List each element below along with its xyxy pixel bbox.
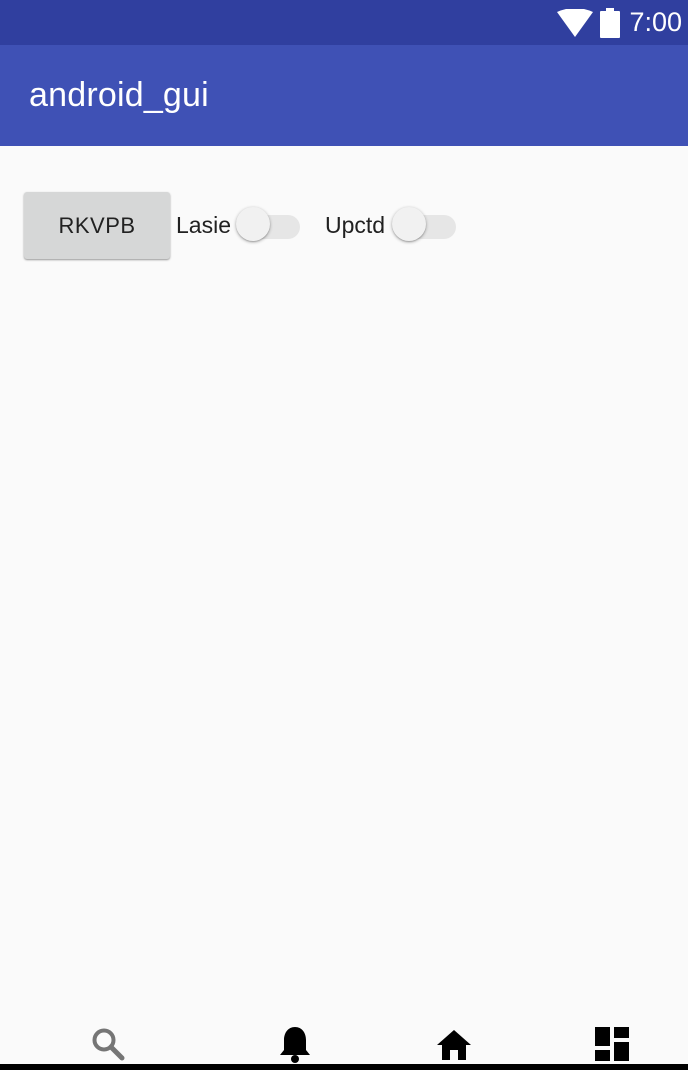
battery-icon: [600, 7, 621, 38]
nav-dashboard[interactable]: [592, 1024, 632, 1064]
app-bar: android_gui: [0, 45, 688, 146]
nav-search[interactable]: [88, 1024, 128, 1064]
rkvpb-button[interactable]: RKVPB: [24, 192, 170, 259]
main-content: RKVPB Lasie Upctd: [0, 146, 688, 1034]
switch-thumb: [392, 207, 426, 241]
switch-thumb: [236, 207, 270, 241]
switch-label-lasie: Lasie: [176, 212, 231, 238]
bottom-navigation: [0, 1016, 688, 1064]
nav-home[interactable]: [434, 1024, 474, 1064]
wifi-icon: [557, 8, 594, 37]
switch-label-upctd: Upctd: [325, 212, 386, 238]
bottom-edge: [0, 1064, 688, 1070]
status-bar: 7:00: [0, 0, 688, 45]
switch-lasie[interactable]: [236, 203, 302, 243]
nav-notifications[interactable]: [275, 1024, 315, 1064]
dashboard-icon: [595, 1027, 629, 1061]
home-icon: [437, 1030, 471, 1060]
search-icon: [92, 1028, 125, 1061]
switch-upctd[interactable]: [392, 203, 458, 243]
status-icons: 7:00: [557, 0, 682, 45]
app-title: android_gui: [29, 76, 209, 114]
status-time: 7:00: [629, 7, 682, 37]
bell-icon: [280, 1027, 310, 1063]
